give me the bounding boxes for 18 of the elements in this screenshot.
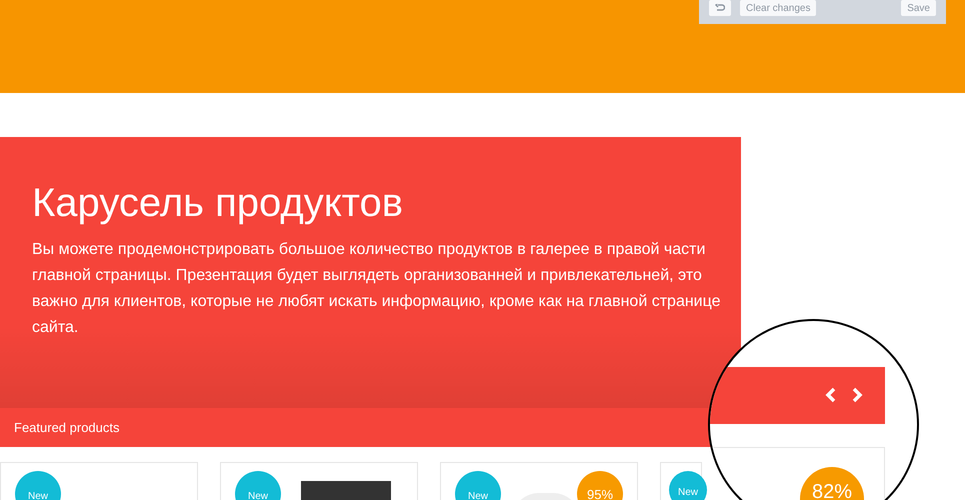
toolbar-button[interactable]: Save [901,0,936,16]
undo-button[interactable] [709,0,731,16]
toolbar-button[interactable]: Clear changes [740,0,816,16]
chevron-right-icon [851,387,863,403]
featured-title: Featured products [14,418,120,437]
undo-icon [715,4,725,12]
new-badge: New [235,471,281,500]
product-card[interactable]: New 95% [440,462,638,500]
hero-description: Вы можете продемонстрировать большое количество продуктов в галерее в правой части главной страницы. Презентация будет выглядеть организованней и привлекательней, это важно для клиентов, которые не любят искать информацию, кроме как на главной странице сайта. [32,240,722,338]
new-badge: New [455,471,501,500]
new-badge: New [669,471,707,500]
product-card[interactable]: New [0,462,198,500]
discount-badge: 82% [800,467,864,500]
product-card[interactable]: New [220,462,418,500]
discount-badge: 95% [577,471,623,500]
new-badge: New [15,471,61,500]
hero-title: Карусель продуктов [32,180,404,227]
chevron-left-icon [825,387,837,403]
